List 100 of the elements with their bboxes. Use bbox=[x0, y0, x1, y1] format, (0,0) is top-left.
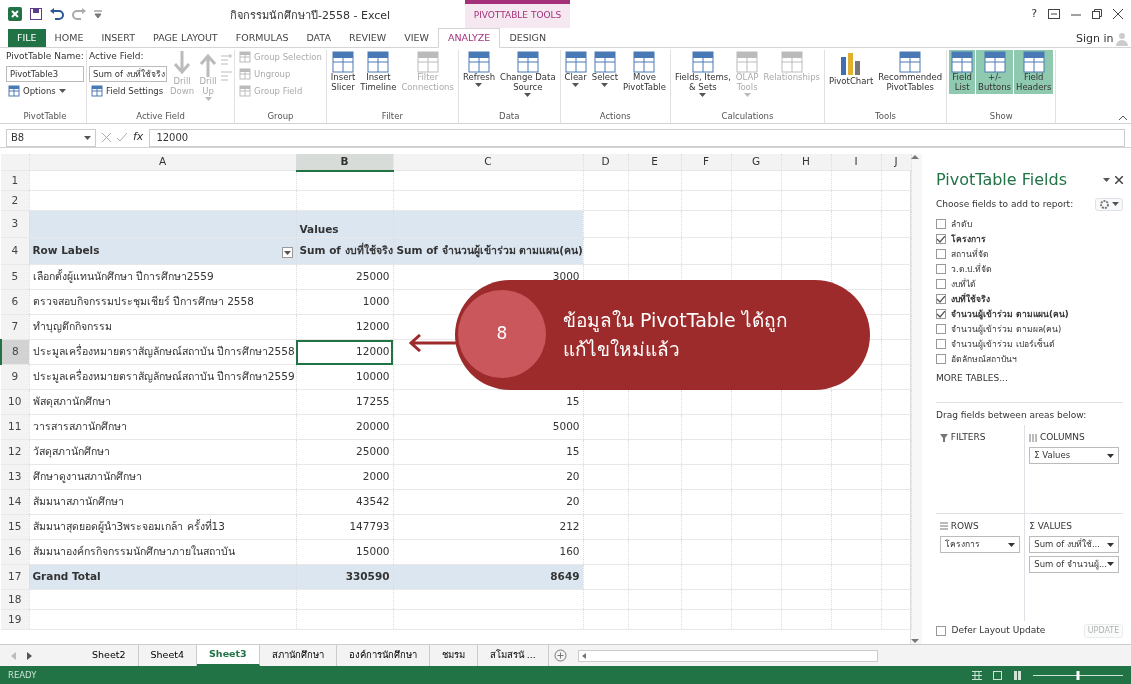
checkbox[interactable] bbox=[936, 219, 946, 229]
row-header[interactable]: 19 bbox=[1, 609, 29, 630]
area-field-chip[interactable]: Sum of งบที่ใช้... bbox=[1029, 536, 1119, 553]
column-header[interactable]: A bbox=[29, 154, 296, 171]
sheet-tab[interactable]: Sheet3 bbox=[197, 645, 260, 666]
scroll-up-icon[interactable] bbox=[911, 154, 919, 159]
column-header[interactable]: E bbox=[628, 154, 681, 171]
ribbon-button[interactable]: Change Data Source bbox=[498, 50, 558, 98]
row-header[interactable]: 13 bbox=[1, 464, 29, 490]
formula-field[interactable]: 12000 bbox=[149, 128, 1125, 147]
checkbox[interactable] bbox=[936, 309, 946, 319]
field-name[interactable]: งบที่ได้ bbox=[951, 277, 976, 291]
ribbon-tab[interactable]: INSERT bbox=[92, 28, 145, 47]
filter-button[interactable] bbox=[281, 247, 293, 259]
column-header[interactable]: I bbox=[831, 154, 881, 171]
undo-icon[interactable] bbox=[50, 8, 64, 20]
checkbox[interactable] bbox=[936, 249, 946, 259]
field-name[interactable]: สถานที่จัด bbox=[951, 247, 989, 261]
field-name[interactable]: โครงการ bbox=[951, 232, 986, 246]
ribbon-button[interactable]: PivotChart bbox=[827, 50, 876, 88]
row-header[interactable]: 11 bbox=[1, 414, 29, 440]
ribbon-tab[interactable]: FILE bbox=[8, 28, 46, 47]
field-name[interactable]: จำนวนผู้เข้าร่วม เปอร์เซ็นต์ bbox=[951, 337, 1055, 351]
ribbon-button[interactable]: Field Settings bbox=[89, 83, 167, 99]
normal-view-icon[interactable] bbox=[972, 670, 982, 680]
redo-icon[interactable] bbox=[72, 8, 86, 20]
ribbon-button[interactable]: Options bbox=[6, 83, 84, 99]
row-header[interactable]: 2 bbox=[1, 190, 29, 211]
cancel-icon[interactable] bbox=[102, 133, 111, 142]
column-header[interactable]: D bbox=[583, 154, 628, 171]
checkbox[interactable] bbox=[936, 324, 946, 334]
name-box[interactable]: B8 bbox=[6, 128, 96, 147]
defer-label[interactable]: Defer Layout Update bbox=[951, 624, 1046, 638]
ribbon-button[interactable]: Clear bbox=[562, 50, 589, 88]
area-field-chip[interactable]: Σ Values bbox=[1029, 447, 1119, 464]
ribbon-button[interactable]: Insert Slicer bbox=[328, 50, 358, 94]
ribbon-display-icon[interactable] bbox=[1048, 9, 1060, 19]
field-name[interactable]: อัตลักษณ์สถาบันฯ bbox=[951, 352, 1017, 366]
field-name[interactable]: ว.ด.ป.ที่จัด bbox=[951, 262, 993, 276]
row-header[interactable]: 5 bbox=[1, 264, 29, 290]
insert-function-button[interactable]: fx bbox=[133, 129, 144, 146]
check-icon[interactable] bbox=[117, 133, 127, 142]
field-name[interactable]: จำนวนผู้เข้าร่วม ตามผล(คน) bbox=[951, 322, 1062, 336]
more-tables-link[interactable]: MORE TABLES... bbox=[936, 372, 1123, 386]
row-header[interactable]: 4 bbox=[1, 237, 29, 265]
column-header[interactable]: G bbox=[731, 154, 781, 171]
restore-icon[interactable] bbox=[1092, 9, 1102, 19]
row-header[interactable]: 8 bbox=[1, 339, 29, 365]
ribbon-button[interactable]: Move PivotTable bbox=[621, 50, 668, 94]
row-header[interactable]: 18 bbox=[1, 589, 29, 610]
collapse-ribbon-icon[interactable] bbox=[1119, 115, 1127, 121]
checkbox[interactable] bbox=[936, 339, 946, 349]
checkbox[interactable] bbox=[936, 354, 946, 364]
ribbon-button[interactable]: Field Headers bbox=[1014, 50, 1054, 94]
row-header[interactable]: 15 bbox=[1, 514, 29, 540]
sign-in-link[interactable]: Sign in bbox=[1075, 30, 1114, 47]
ribbon-button[interactable]: Select bbox=[589, 50, 621, 88]
column-header[interactable]: B bbox=[296, 154, 393, 171]
column-header[interactable]: H bbox=[781, 154, 831, 171]
field-name[interactable]: จำนวนผู้เข้าร่วม ตามแผน(คน) bbox=[951, 307, 1069, 321]
ribbon-tab[interactable]: REVIEW bbox=[339, 28, 396, 47]
ribbon-button[interactable]: Insert Timeline bbox=[358, 50, 399, 94]
horizontal-scrollbar-icon[interactable] bbox=[578, 649, 879, 662]
row-header[interactable]: 9 bbox=[1, 364, 29, 390]
row-header[interactable]: 16 bbox=[1, 539, 29, 565]
help-button[interactable]: ? bbox=[1031, 5, 1037, 23]
page-break-icon[interactable] bbox=[1013, 670, 1022, 680]
row-header[interactable]: 7 bbox=[1, 314, 29, 340]
ribbon-tab[interactable]: DATA bbox=[297, 28, 340, 47]
row-header[interactable]: 10 bbox=[1, 389, 29, 415]
area-field-chip[interactable]: โครงการ bbox=[940, 536, 1021, 553]
field-name[interactable]: งบที่ใช้จริง bbox=[951, 292, 990, 306]
ribbon-button[interactable]: +/- Buttons bbox=[976, 50, 1013, 94]
field-name[interactable]: ลำดับ bbox=[951, 217, 972, 231]
checkbox[interactable] bbox=[936, 294, 946, 304]
ribbon-tab[interactable]: FORMULAS bbox=[226, 28, 298, 47]
zoom-slider[interactable] bbox=[1033, 670, 1123, 680]
ribbon-tab[interactable]: DESIGN bbox=[500, 28, 555, 47]
ribbon-button[interactable]: Field List bbox=[949, 50, 976, 94]
column-header[interactable]: C bbox=[393, 154, 583, 171]
row-header[interactable]: 3 bbox=[1, 210, 29, 238]
ribbon-button[interactable]: Fields, Items, & Sets bbox=[672, 50, 733, 98]
ribbon-button[interactable]: Refresh bbox=[460, 50, 498, 88]
row-header[interactable]: 6 bbox=[1, 289, 29, 315]
close-icon[interactable] bbox=[1113, 9, 1123, 19]
ribbon-tab[interactable]: HOME bbox=[45, 28, 93, 47]
column-header[interactable]: F bbox=[681, 154, 731, 171]
row-header[interactable]: 17 bbox=[1, 564, 29, 590]
row-header[interactable]: 1 bbox=[1, 170, 29, 191]
text-field[interactable]: PivotTable3 bbox=[6, 65, 84, 82]
text-field[interactable]: Sum of งบที่ใช้จริง bbox=[89, 65, 167, 82]
add-sheet-icon[interactable] bbox=[554, 649, 568, 662]
save-icon[interactable] bbox=[30, 8, 42, 20]
ribbon-tab[interactable]: PAGE LAYOUT bbox=[144, 28, 227, 47]
tools-button[interactable] bbox=[1094, 197, 1123, 211]
checkbox[interactable] bbox=[936, 626, 946, 636]
vertical-scrollbar[interactable] bbox=[910, 154, 922, 644]
checkbox[interactable] bbox=[936, 234, 946, 244]
checkbox[interactable] bbox=[936, 279, 946, 289]
next-sheet-icon[interactable] bbox=[27, 651, 32, 660]
